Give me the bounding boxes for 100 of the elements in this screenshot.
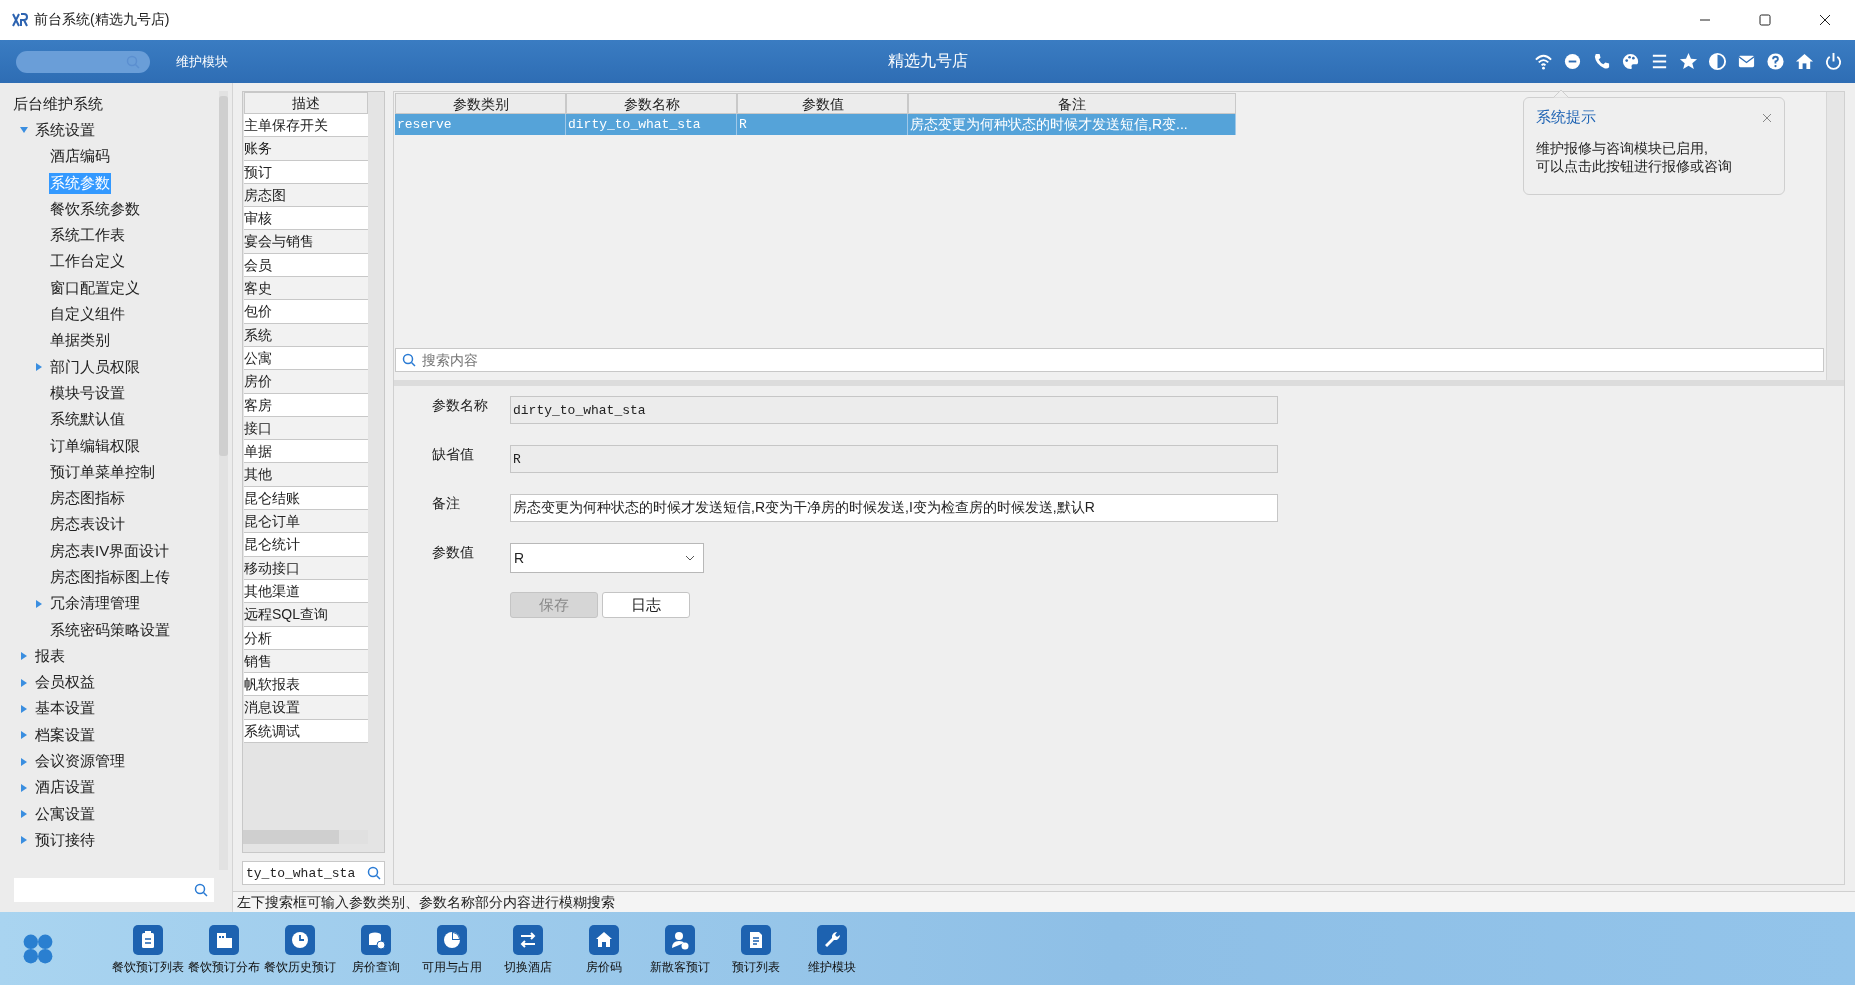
wifi-icon[interactable] [1534, 52, 1553, 71]
category-item[interactable]: 移动接口 [244, 556, 368, 580]
category-item[interactable]: 预订 [244, 160, 368, 184]
notification-text: 维护报修与咨询模块已启用, [1536, 139, 1709, 157]
tree-item[interactable]: 基本设置 [34, 698, 96, 720]
vertical-scrollbar[interactable] [1826, 92, 1844, 380]
collapsed-arrow-icon[interactable] [35, 599, 43, 608]
tree-item[interactable]: 房态表IV界面设计 [49, 540, 171, 562]
category-search-field[interactable]: ty_to_what_sta [242, 861, 385, 885]
category-item[interactable]: 分析 [244, 626, 368, 650]
maximize-icon[interactable] [1759, 14, 1771, 26]
tree-item[interactable]: 预订接待 [34, 829, 96, 851]
tree-item[interactable]: 房态图指标 [49, 488, 126, 510]
swap-icon[interactable] [513, 925, 543, 955]
category-item[interactable]: 系统 [244, 323, 368, 347]
header-search-field[interactable] [16, 50, 150, 73]
category-item[interactable]: 会员 [244, 253, 368, 278]
collapsed-arrow-icon[interactable] [20, 731, 28, 740]
collapsed-arrow-icon[interactable] [20, 783, 28, 792]
collapsed-arrow-icon[interactable] [20, 704, 28, 713]
text-field[interactable]: 房态变更为何种状态的时候才发送短信,R变为干净房的时候发送,I变为检查房的时候发送,默认R [510, 494, 1278, 522]
category-item[interactable]: 客房 [244, 393, 368, 417]
tree-item[interactable]: 公寓设置 [34, 803, 96, 825]
house-icon[interactable] [589, 925, 619, 955]
close-icon[interactable] [1819, 14, 1831, 26]
tree-item[interactable]: 后台维护系统 [12, 93, 104, 115]
power-icon[interactable] [1824, 52, 1843, 71]
tree-item[interactable]: 酒店编码 [49, 146, 111, 168]
tree-item[interactable]: 餐饮系统参数 [49, 198, 141, 220]
category-item[interactable]: 主单保存开关 [244, 114, 368, 138]
tree-search-field[interactable] [14, 878, 214, 902]
tree-item[interactable]: 档案设置 [34, 724, 96, 746]
user-icon[interactable] [665, 925, 695, 955]
scrollbar-thumb[interactable] [243, 830, 339, 844]
category-item[interactable]: 销售 [244, 649, 368, 674]
home-icon[interactable] [1795, 52, 1814, 71]
tree-item[interactable]: 房态表设计 [49, 514, 126, 536]
tree-item[interactable]: 部门人员权限 [49, 356, 141, 378]
tree-item[interactable]: 酒店设置 [34, 777, 96, 799]
category-item[interactable]: 系统调试 [244, 719, 368, 743]
doc-icon[interactable] [741, 925, 771, 955]
category-item[interactable]: 公寓 [244, 346, 368, 371]
log-button[interactable]: 日志 [602, 592, 690, 618]
building-icon[interactable] [209, 925, 239, 955]
vertical-scrollbar[interactable] [219, 91, 228, 870]
horizontal-scrollbar[interactable] [243, 830, 368, 844]
collapsed-arrow-icon[interactable] [20, 757, 28, 766]
category-item[interactable]: 宴会与销售 [244, 230, 368, 254]
clock-icon[interactable] [285, 925, 315, 955]
tree-item[interactable]: 工作台定义 [49, 251, 126, 273]
help-icon[interactable] [1766, 52, 1785, 71]
menu-icon[interactable] [1650, 52, 1669, 71]
contrast-icon[interactable] [1708, 52, 1727, 71]
tree-item[interactable]: 系统设置 [34, 119, 96, 141]
tree-item[interactable]: 窗口配置定义 [49, 277, 141, 299]
phone-icon[interactable] [1592, 52, 1611, 71]
category-item[interactable]: 消息设置 [244, 696, 368, 720]
tree-item[interactable]: 单据类别 [49, 330, 111, 352]
table-search-field[interactable]: 搜索内容 [395, 348, 1824, 372]
palette-icon[interactable] [1621, 52, 1640, 71]
collapsed-arrow-icon[interactable] [20, 652, 28, 661]
category-item[interactable]: 其他渠道 [244, 579, 368, 604]
tree-item[interactable]: 系统工作表 [49, 225, 126, 247]
tree-item[interactable]: 会议资源管理 [34, 751, 126, 773]
category-item[interactable]: 远程SQL查询 [244, 603, 368, 627]
category-item[interactable]: 昆仑订单 [244, 510, 368, 534]
category-item[interactable]: 昆仑统计 [244, 533, 368, 557]
tree-item[interactable]: 房态图指标图上传 [49, 567, 171, 588]
category-item[interactable]: 房价 [244, 370, 368, 394]
category-item[interactable]: 帆软报表 [244, 673, 368, 697]
tree-item[interactable]: 系统密码策略设置 [49, 619, 171, 641]
dropdown[interactable]: R [510, 543, 704, 573]
taskbar-label: 预订列表 [732, 959, 780, 976]
tree-item[interactable]: 自定义组件 [49, 304, 126, 325]
category-item[interactable]: 账务 [244, 137, 368, 161]
tree-item[interactable]: 冗余清理管理 [49, 593, 141, 615]
pie-icon[interactable] [437, 925, 467, 955]
collapsed-arrow-icon[interactable] [20, 810, 28, 819]
category-item[interactable]: 客史 [244, 277, 368, 301]
clipboard-icon[interactable] [133, 925, 163, 955]
scrollbar-thumb[interactable] [219, 96, 228, 456]
category-item[interactable]: 房态图 [244, 183, 368, 208]
tree-item[interactable]: 预订单菜单控制 [49, 461, 156, 483]
tree-item[interactable]: 系统默认值 [49, 409, 126, 431]
tree-item[interactable]: 模块号设置 [49, 382, 126, 404]
category-item[interactable]: 接口 [244, 416, 368, 441]
collapsed-arrow-icon[interactable] [35, 363, 43, 372]
collapsed-arrow-icon[interactable] [20, 678, 28, 687]
collapsed-arrow-icon[interactable] [20, 836, 28, 845]
tree-item[interactable]: 订单编辑权限 [49, 435, 141, 457]
wrench-icon[interactable] [817, 925, 847, 955]
star-icon[interactable] [1679, 52, 1698, 71]
category-item[interactable]: 其他 [244, 463, 368, 487]
tree-item[interactable]: 会员权益 [34, 672, 96, 694]
expanded-arrow-icon[interactable] [20, 126, 28, 135]
tree-item[interactable]: 报表 [34, 645, 66, 667]
category-item[interactable]: 包价 [244, 300, 368, 324]
category-item[interactable]: 昆仑结账 [244, 486, 368, 511]
category-item[interactable]: 单据 [244, 440, 368, 464]
category-item[interactable]: 审核 [244, 207, 368, 231]
